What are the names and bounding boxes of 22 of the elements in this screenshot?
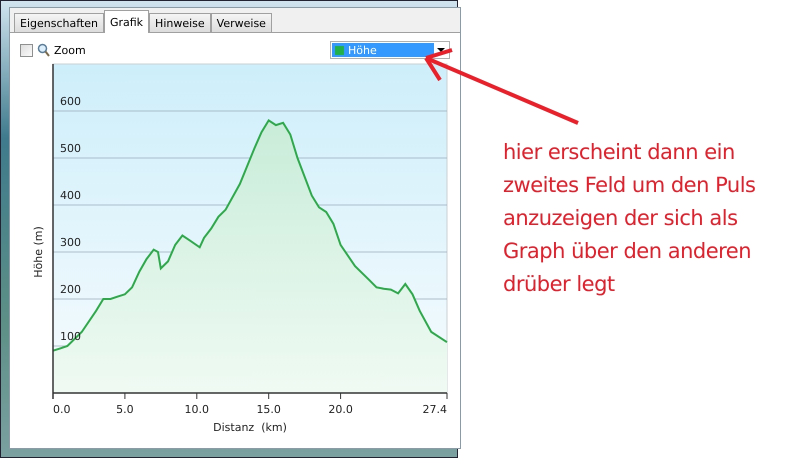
y-tick-label: 600: [60, 95, 81, 108]
x-tick-label: 15.0: [256, 403, 281, 416]
y-tick-label: 400: [60, 189, 81, 202]
tab[interactable]: Grafik: [104, 10, 150, 33]
x-axis-title: Distanz (km): [213, 421, 287, 434]
y-axis-title: Höhe (m): [32, 226, 45, 278]
x-tick-label: 5.0: [116, 403, 134, 416]
annotation-text: hier erscheint dann ein zweites Feld um den Puls anzuzeigen der sich als Graph über den anderen drüber legt: [503, 139, 756, 298]
zoom-label: Zoom: [54, 44, 86, 56]
x-tick-label: 20.0: [328, 403, 353, 416]
magnifier-icon: [37, 43, 50, 57]
tab[interactable]: Hinweise: [149, 13, 211, 32]
y-tick-label: 300: [60, 236, 81, 249]
x-tick-label: 27.4: [422, 403, 447, 416]
x-tick-label: 0.0: [53, 403, 70, 416]
y-tick-label: 500: [60, 142, 81, 155]
tab[interactable]: Eigenschaften: [14, 13, 104, 32]
tab[interactable]: Verweise: [210, 13, 272, 32]
dropdown-value: Höhe: [348, 44, 377, 56]
y-tick-label: 200: [60, 283, 81, 296]
x-tick-label: 10.0: [184, 403, 210, 416]
zoom-checkbox[interactable]: [20, 44, 33, 56]
